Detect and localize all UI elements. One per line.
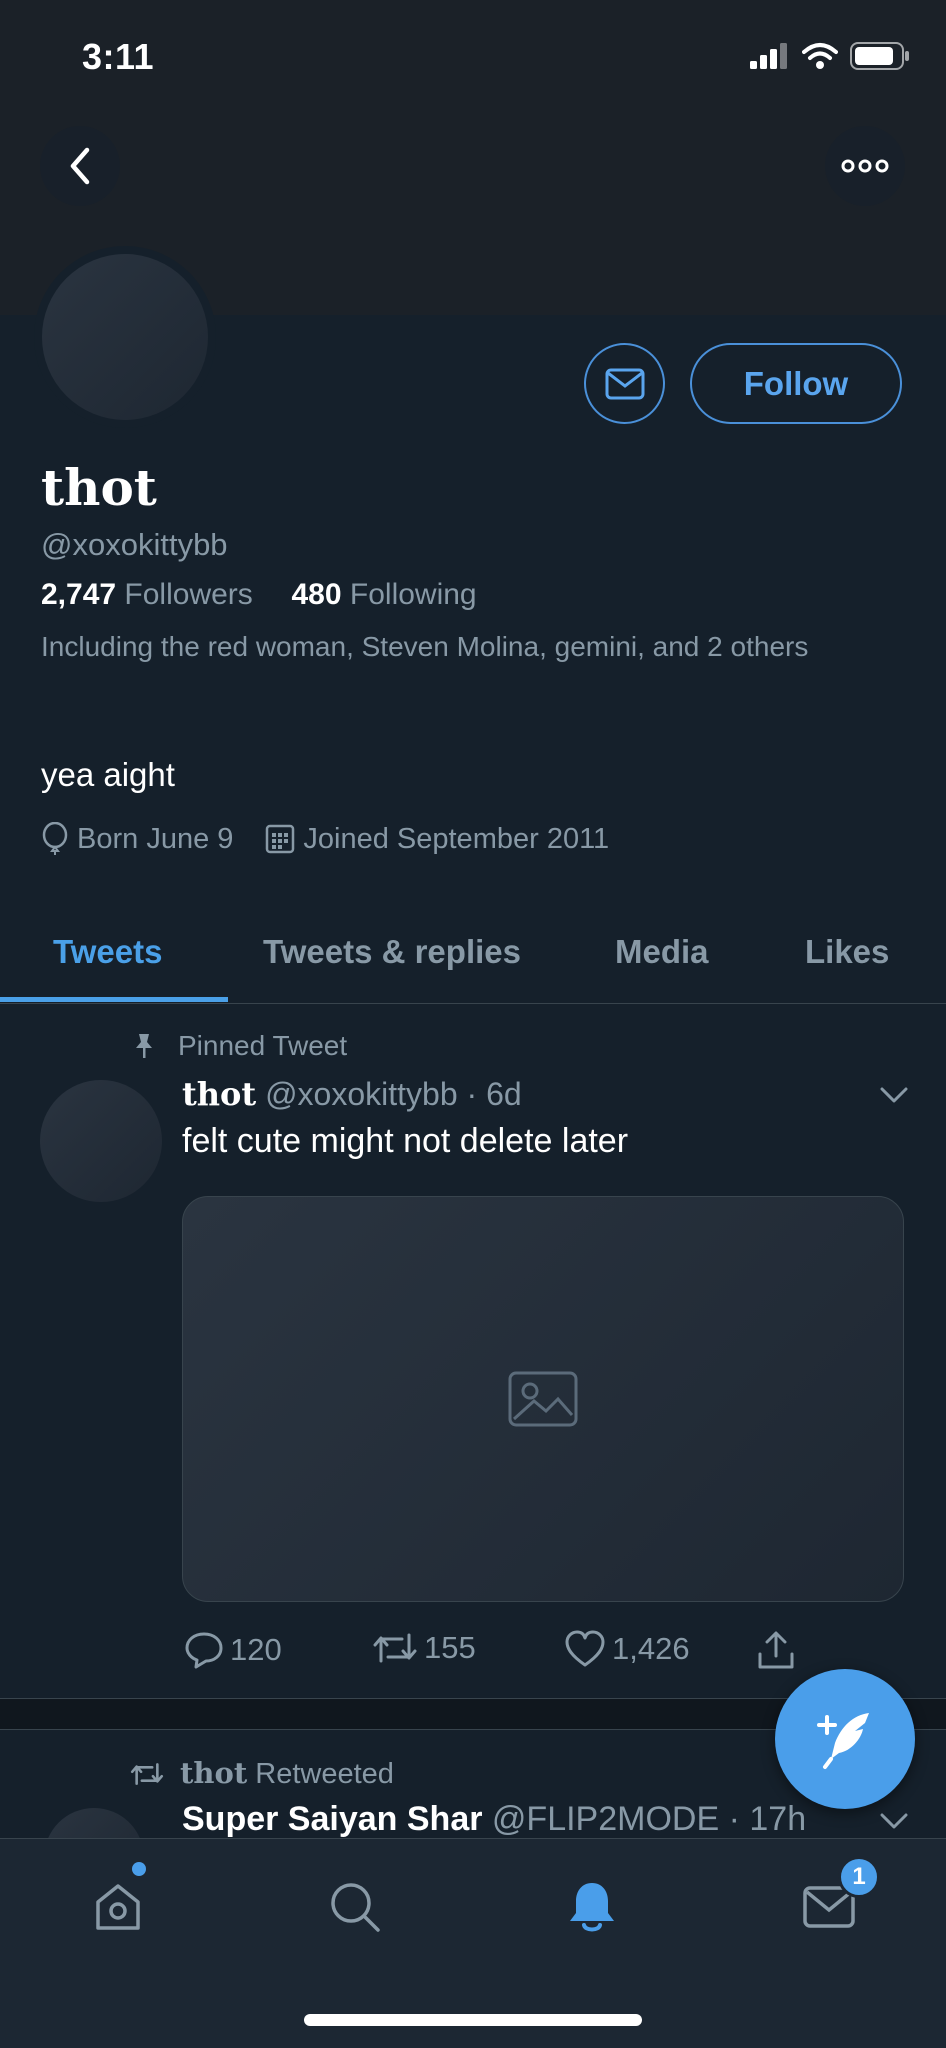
- followed-by-text[interactable]: Including the red woman, Steven Molina, …: [41, 624, 861, 670]
- tweet-time: · 6d: [466, 1076, 522, 1112]
- reply-button[interactable]: 120: [184, 1630, 282, 1670]
- home-icon: [96, 1884, 140, 1930]
- retweeter-name[interactable]: thot: [180, 1756, 247, 1790]
- share-button[interactable]: [756, 1630, 796, 1670]
- handle: @xoxokittybb: [41, 527, 228, 562]
- compose-tweet-button[interactable]: [775, 1669, 915, 1809]
- message-button[interactable]: [584, 343, 665, 424]
- joined-text: Joined September 2011: [303, 822, 610, 855]
- retweet-small-icon: [130, 1762, 164, 1785]
- tab-tweets[interactable]: Tweets: [53, 900, 162, 1004]
- like-button[interactable]: 1,426: [564, 1630, 690, 1668]
- joined-item: Joined September 2011: [265, 823, 609, 856]
- tweet-text: felt cute might not delete later: [182, 1122, 629, 1160]
- avatar-frame[interactable]: [34, 246, 216, 428]
- chevron-down-icon[interactable]: [878, 1084, 910, 1106]
- status-icons: [750, 42, 910, 70]
- share-icon: [758, 1631, 794, 1669]
- retweet-header: Super Saiyan Shar @FLIP2MODE · 17h: [182, 1800, 806, 1839]
- retweet-button[interactable]: 155: [372, 1630, 476, 1666]
- retweeted-text: Retweeted: [255, 1758, 394, 1790]
- tweet-author-handle: @xoxokittybb: [265, 1076, 458, 1112]
- following-link[interactable]: 480 Following: [291, 578, 476, 611]
- retweet-author-name[interactable]: Super Saiyan Shar: [182, 1800, 482, 1838]
- profile-tabs: Tweets Tweets & replies Media Likes: [0, 900, 946, 1004]
- like-count: 1,426: [612, 1631, 690, 1666]
- image-icon: [508, 1371, 578, 1427]
- battery-icon: [850, 42, 909, 70]
- search-icon: [331, 1883, 380, 1932]
- retweet-time: · 17h: [728, 1800, 807, 1838]
- nav-search[interactable]: [315, 1867, 395, 1947]
- pin-icon: [136, 1034, 152, 1058]
- bell-icon: [570, 1883, 614, 1932]
- balloon-icon: [42, 822, 68, 855]
- retweeted-label: thot Retweeted: [130, 1756, 394, 1791]
- birthday-item: Born June 9: [41, 822, 233, 856]
- tweet-avatar[interactable]: [40, 1080, 162, 1202]
- following-label: Following: [349, 578, 477, 611]
- more-icon: [841, 159, 889, 173]
- birthday-text: Born June 9: [77, 822, 234, 855]
- calendar-icon: [266, 824, 295, 854]
- profile-meta: Born June 9 Joined September 2011: [41, 822, 609, 856]
- retweet-icon: [373, 1633, 417, 1663]
- signal-icon: [750, 43, 787, 69]
- followers-link[interactable]: 2,747 Followers: [41, 578, 253, 611]
- follow-stats: 2,747 Followers 480 Following: [41, 578, 477, 612]
- pinned-label: Pinned Tweet: [132, 1030, 347, 1062]
- chevron-left-icon: [70, 147, 90, 185]
- chevron-down-icon[interactable]: [878, 1810, 910, 1832]
- home-indicator: [304, 2014, 642, 2026]
- active-tab-indicator: [0, 997, 228, 1002]
- avatar[interactable]: [42, 254, 208, 420]
- back-button[interactable]: [40, 126, 120, 206]
- compose-feather-icon: [817, 1713, 869, 1769]
- reply-count: 120: [230, 1632, 282, 1667]
- status-time: 3:11: [82, 36, 155, 77]
- following-count: 480: [291, 578, 342, 611]
- reply-icon: [185, 1632, 223, 1669]
- retweet-author-handle: @FLIP2MODE: [491, 1800, 720, 1838]
- more-options-button[interactable]: [825, 126, 905, 206]
- tweet-actions: 120 155 1,426: [182, 1630, 842, 1680]
- tweet-author-name[interactable]: thot: [182, 1075, 256, 1113]
- tweet-header: thot @xoxokittybb · 6d: [182, 1075, 522, 1113]
- messages-badge: 1: [838, 1856, 880, 1898]
- envelope-icon: [605, 368, 644, 399]
- heart-icon: [565, 1630, 605, 1667]
- display-name: thot: [41, 458, 157, 517]
- nav-notifications[interactable]: [552, 1867, 632, 1947]
- followers-label: Followers: [124, 578, 253, 611]
- nav-home[interactable]: [78, 1867, 158, 1947]
- tab-tweets-replies[interactable]: Tweets & replies: [263, 900, 521, 1004]
- pinned-text: Pinned Tweet: [178, 1030, 348, 1061]
- wifi-icon: [802, 43, 838, 69]
- follow-button[interactable]: Follow: [690, 343, 902, 424]
- followers-count: 2,747: [41, 578, 117, 611]
- bio: yea aight: [41, 756, 175, 793]
- tab-likes[interactable]: Likes: [805, 900, 889, 1004]
- tab-media[interactable]: Media: [615, 900, 709, 1004]
- home-unread-dot: [132, 1862, 146, 1876]
- retweet-count: 155: [424, 1630, 476, 1665]
- tweet-media[interactable]: [182, 1196, 904, 1602]
